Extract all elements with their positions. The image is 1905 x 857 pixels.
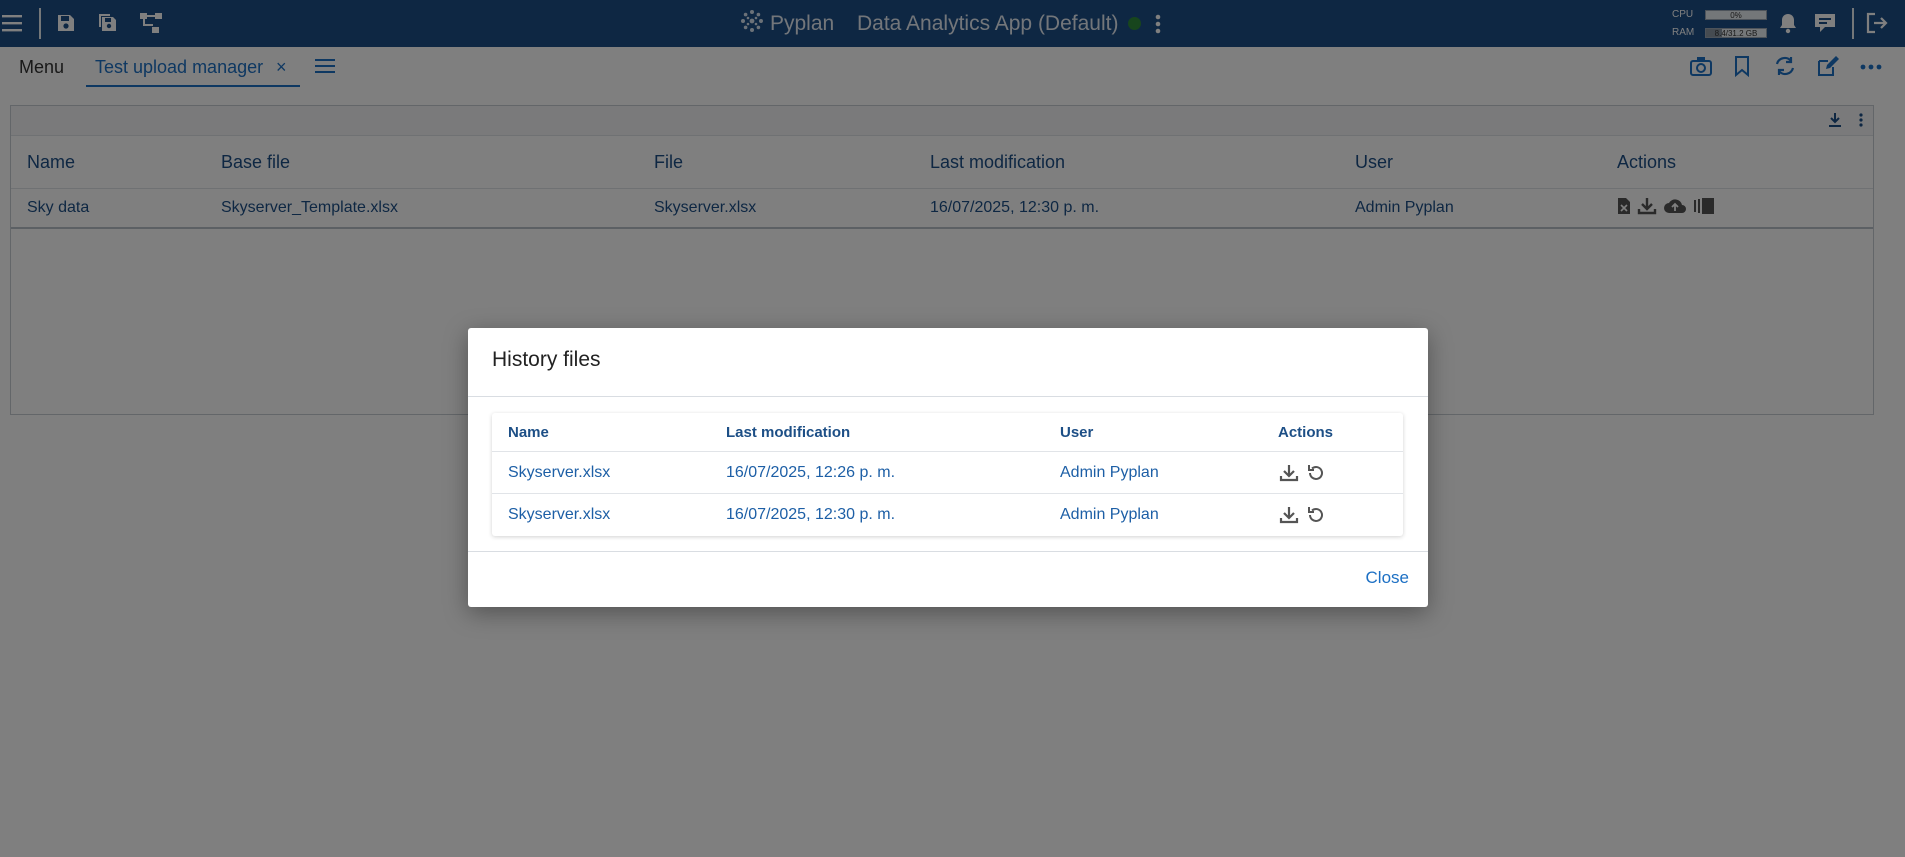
history-files-dialog: History files Name Last modification Use…	[468, 328, 1428, 607]
table-row[interactable]: Skyserver.xlsx 16/07/2025, 12:26 p. m. A…	[492, 453, 1403, 494]
column-header[interactable]: User	[1060, 413, 1093, 451]
last-modification-cell: 16/07/2025, 12:26 p. m.	[726, 464, 896, 481]
actions-cell	[1278, 453, 1332, 493]
table-row[interactable]: Skyserver.xlsx 16/07/2025, 12:30 p. m. A…	[492, 494, 1403, 535]
name-cell: Skyserver.xlsx	[508, 464, 611, 481]
user-cell: Admin Pyplan	[1060, 464, 1159, 481]
download-icon[interactable]	[1278, 504, 1300, 526]
download-icon[interactable]	[1278, 462, 1300, 484]
close-button[interactable]: Close	[1366, 568, 1409, 588]
column-header[interactable]: Name	[508, 413, 549, 451]
last-modification-cell: 16/07/2025, 12:30 p. m.	[726, 505, 896, 523]
divider	[468, 551, 1428, 552]
column-header: Actions	[1278, 423, 1334, 441]
history-table: Name Last modification User Actions Skys…	[492, 413, 1403, 536]
dialog-title: History files	[492, 348, 601, 371]
restore-icon[interactable]	[1305, 462, 1327, 484]
restore-icon[interactable]	[1305, 504, 1327, 526]
table-header: Name Last modification User Actions	[492, 413, 1403, 452]
divider	[468, 396, 1428, 397]
column-header[interactable]: Last modification	[726, 413, 850, 451]
actions-cell	[1278, 494, 1332, 535]
name-cell: Skyserver.xlsx	[508, 505, 611, 523]
user-cell: Admin Pyplan	[1060, 505, 1159, 523]
